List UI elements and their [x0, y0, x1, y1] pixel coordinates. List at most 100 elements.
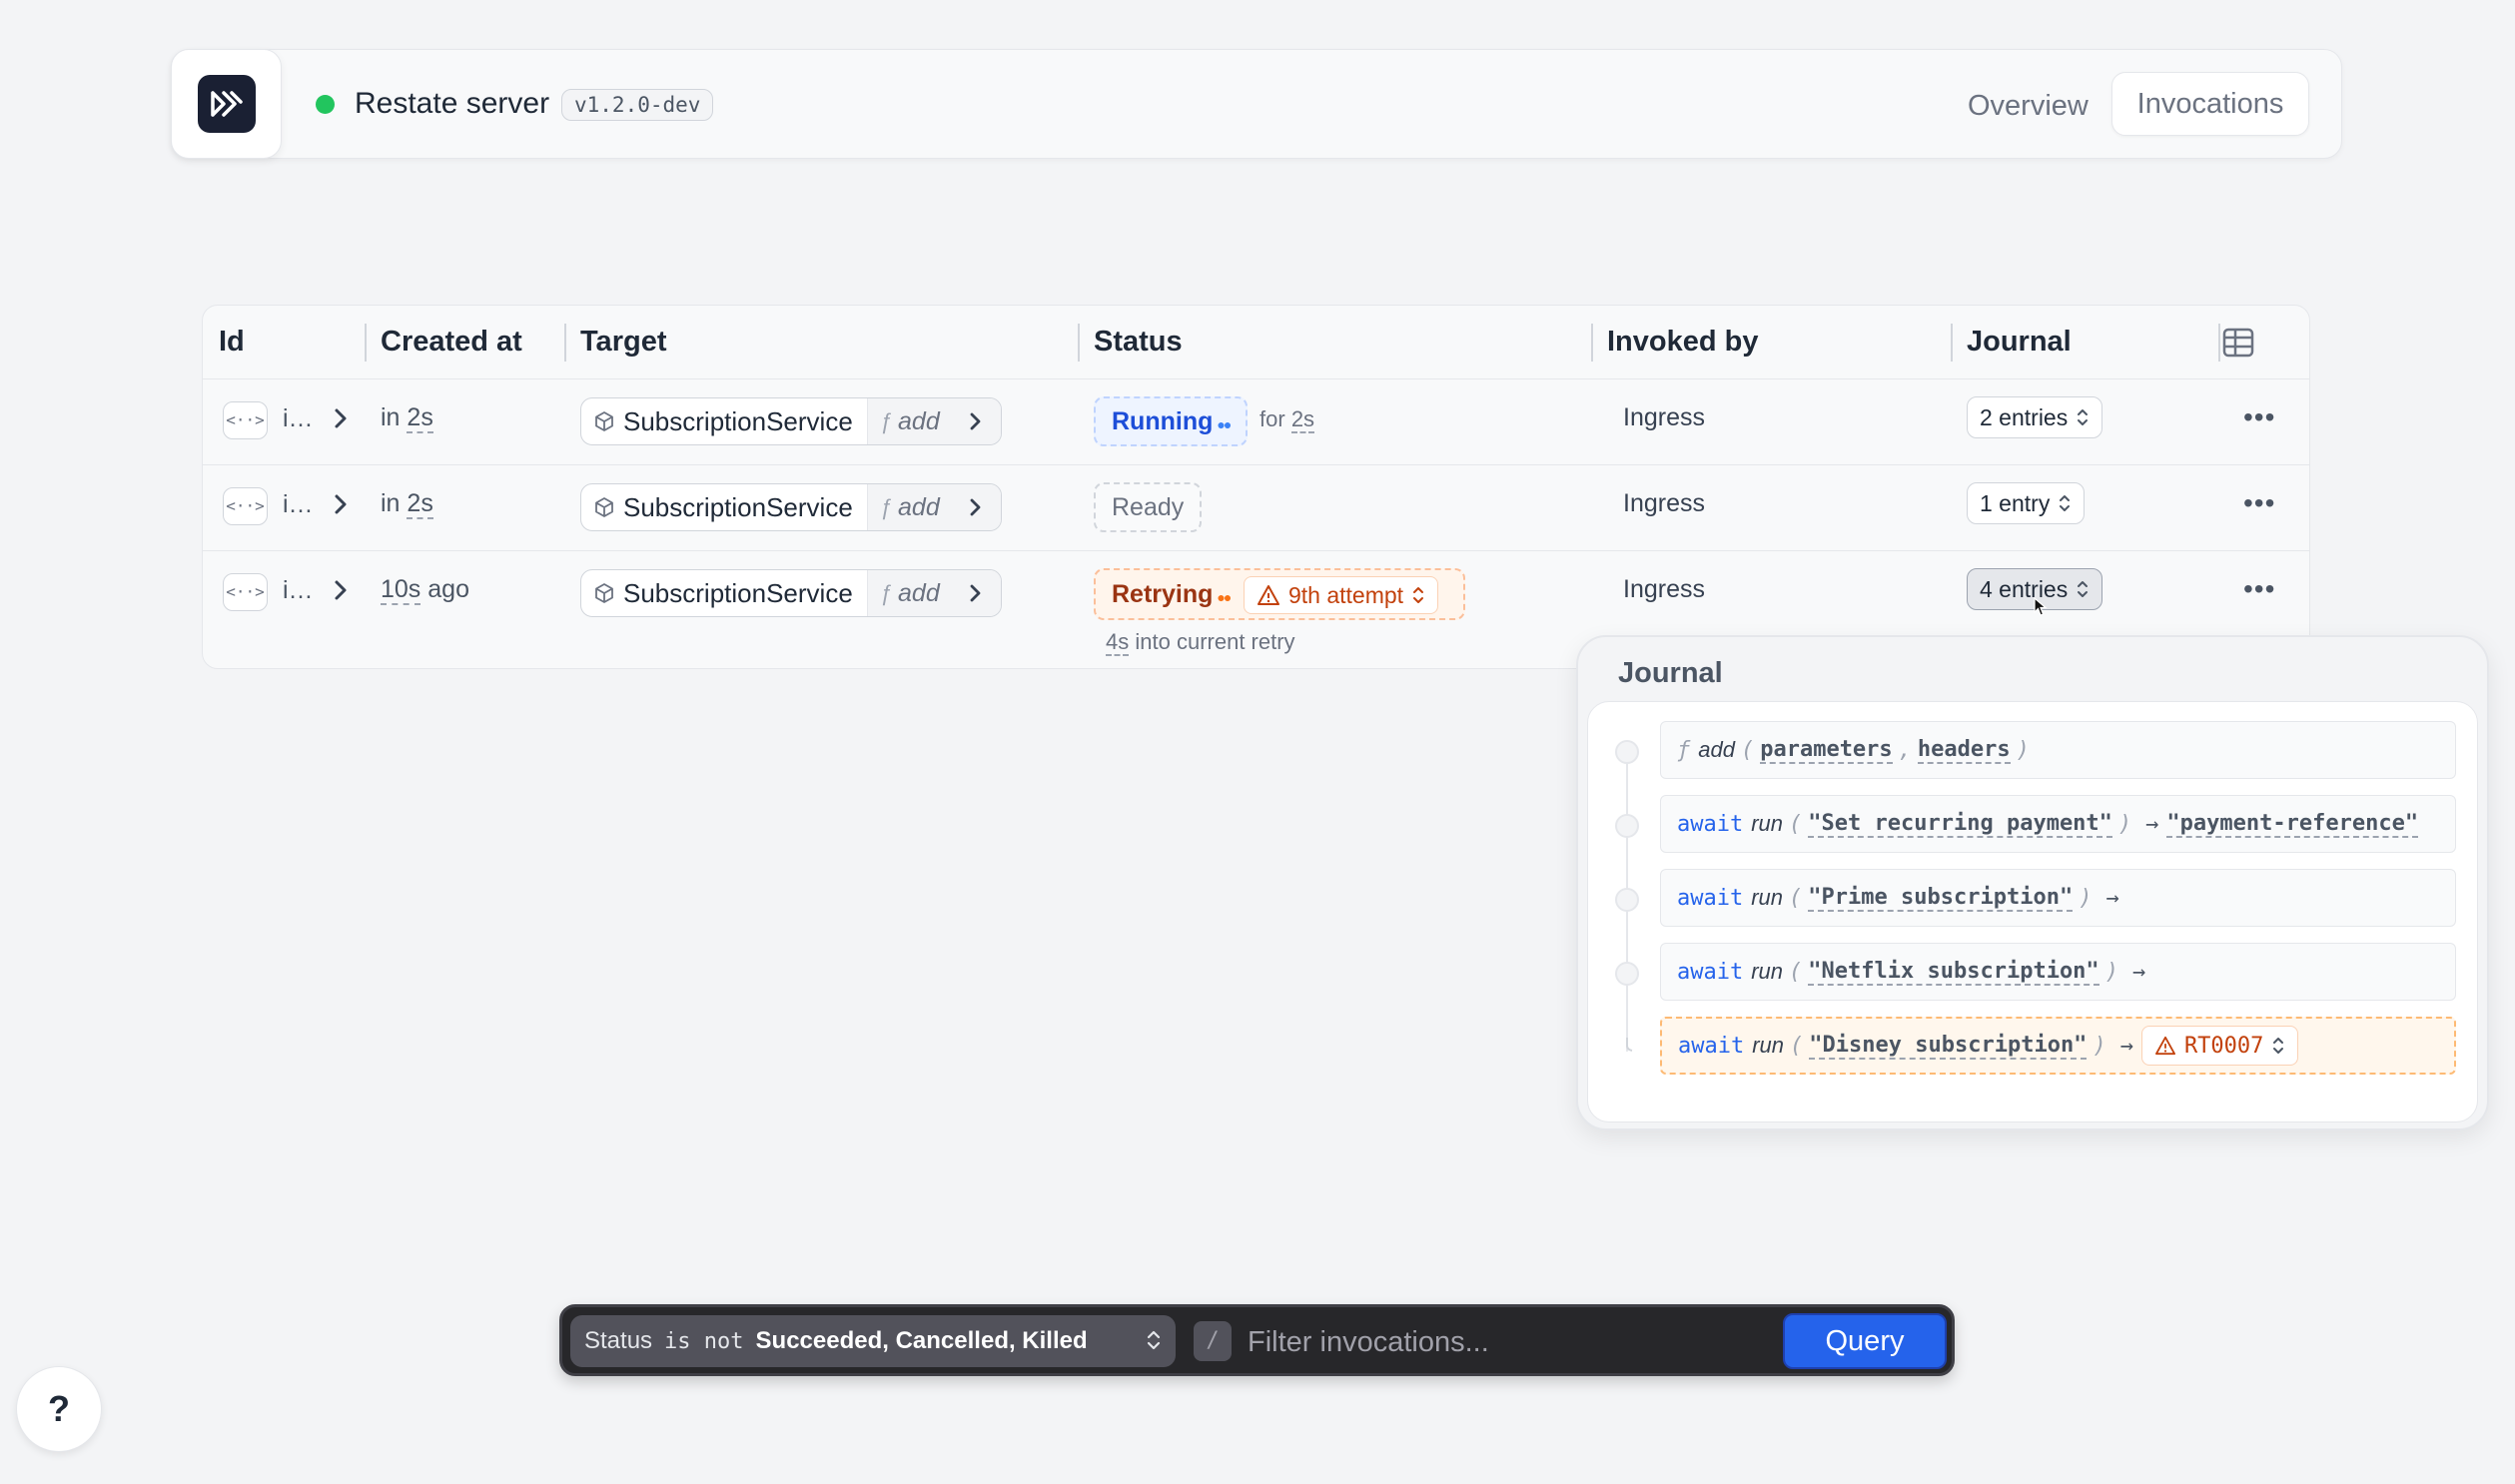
- target-link[interactable]: SubscriptionService ƒ add: [580, 483, 1002, 531]
- cube-icon: [595, 497, 613, 517]
- copy-id-icon[interactable]: <··>: [223, 401, 268, 439]
- chevron-up-down-icon: [1147, 1330, 1161, 1350]
- journal-popover: Journal ƒ add ( parameters , headers ) a…: [1576, 635, 2489, 1130]
- column-resize-handle[interactable]: [1591, 324, 1593, 362]
- handler-name[interactable]: ƒ add: [867, 570, 1001, 616]
- paren-open: (: [1790, 1033, 1804, 1059]
- journal-entries-button[interactable]: 1 entry: [1967, 482, 2086, 524]
- column-header-target[interactable]: Target: [580, 326, 666, 359]
- handler-name[interactable]: ƒ add: [867, 398, 1001, 444]
- journal-entry[interactable]: await run ( "Netflix subscription" ) →: [1660, 943, 2456, 1001]
- attempt-badge[interactable]: 9th attempt: [1244, 576, 1439, 614]
- query-button[interactable]: Query: [1783, 1313, 1947, 1369]
- version-badge: v1.2.0-dev: [561, 89, 714, 121]
- timeline-dot: [1615, 740, 1639, 764]
- entry-keyword: await: [1677, 885, 1744, 911]
- entry-function: add: [1698, 737, 1735, 762]
- entry-arg[interactable]: "Set recurring payment": [1808, 811, 2112, 838]
- journal-entry[interactable]: ƒ add ( parameters , headers ): [1660, 721, 2456, 779]
- entry-result[interactable]: "payment-reference": [2166, 811, 2419, 838]
- copy-id-icon[interactable]: <··>: [223, 487, 268, 525]
- paren-open: (: [1789, 959, 1803, 985]
- filter-field: Status: [584, 1327, 653, 1354]
- column-resize-handle[interactable]: [1951, 324, 1953, 362]
- paren-open: (: [1740, 737, 1755, 763]
- filter-invocations-input[interactable]: [1248, 1317, 1747, 1367]
- chevron-up-down-icon: [2078, 581, 2089, 597]
- entry-function: run: [1751, 811, 1784, 836]
- service-label: SubscriptionService: [623, 577, 853, 608]
- column-header-journal[interactable]: Journal: [1967, 326, 2072, 359]
- entry-arg[interactable]: "Prime subscription": [1808, 885, 2074, 912]
- journal-entries: ƒ add ( parameters , headers ) await run…: [1587, 701, 2478, 1122]
- journal-entry[interactable]: await run ( "Set recurring payment" ) → …: [1660, 795, 2456, 853]
- column-resize-handle[interactable]: [564, 324, 566, 362]
- warning-icon: [1258, 585, 1279, 605]
- chevron-up-down-icon: [2078, 409, 2089, 425]
- help-button[interactable]: ?: [16, 1366, 102, 1452]
- handler-label: add: [898, 406, 940, 435]
- entry-arg[interactable]: "Disney subscription": [1809, 1033, 2088, 1060]
- entry-keyword: await: [1678, 1033, 1745, 1059]
- retry-duration-value: 4s: [1106, 629, 1130, 656]
- invocation-id[interactable]: i…: [283, 404, 314, 433]
- journal-entries-button[interactable]: 2 entries: [1967, 396, 2103, 438]
- table-row: <··> i… in 2s SubscriptionService ƒ add …: [203, 465, 2309, 551]
- entry-arg[interactable]: "Netflix subscription": [1808, 959, 2099, 986]
- paren-close: ): [2104, 959, 2118, 985]
- column-header-created-at[interactable]: Created at: [381, 326, 522, 359]
- chevron-right-icon[interactable]: [329, 575, 353, 610]
- service-name[interactable]: SubscriptionService: [581, 570, 868, 616]
- restate-logo-icon: [197, 75, 256, 133]
- paren-open: (: [1789, 811, 1803, 837]
- journal-entries-label: 1 entry: [1980, 490, 2051, 516]
- service-label: SubscriptionService: [623, 491, 853, 522]
- comma: ,: [1898, 737, 1912, 763]
- column-resize-handle[interactable]: [365, 324, 367, 362]
- chevron-right-icon[interactable]: [329, 403, 353, 438]
- chevron-right-icon: [970, 412, 981, 430]
- timeline-branch-icon: [1626, 1038, 1633, 1052]
- nav-overview[interactable]: Overview: [1960, 84, 2096, 129]
- status-label: Ready: [1112, 493, 1185, 521]
- column-header-invoked-by[interactable]: Invoked by: [1607, 326, 1759, 359]
- column-header-id[interactable]: Id: [219, 326, 245, 359]
- column-resize-handle[interactable]: [2218, 324, 2220, 362]
- nav-invocations[interactable]: Invocations: [2111, 72, 2309, 136]
- target-link[interactable]: SubscriptionService ƒ add: [580, 569, 1002, 617]
- more-actions-icon[interactable]: •••: [2243, 487, 2275, 519]
- service-name[interactable]: SubscriptionService: [581, 398, 868, 444]
- entry-arg[interactable]: headers: [1917, 737, 2011, 764]
- chevron-right-icon[interactable]: [329, 489, 353, 524]
- created-prefix: in: [381, 489, 401, 517]
- journal-entry-error[interactable]: await run ( "Disney subscription" ) → RT…: [1660, 1017, 2456, 1075]
- created-at: in 2s: [381, 489, 433, 519]
- status-badge[interactable]: Retrying ●● 9th attempt: [1094, 568, 1465, 620]
- paren-close: ): [2079, 885, 2093, 911]
- logo-button[interactable]: [171, 49, 282, 159]
- invocation-id[interactable]: i…: [283, 576, 314, 605]
- target-link[interactable]: SubscriptionService ƒ add: [580, 397, 1002, 445]
- error-code-badge[interactable]: RT0007: [2140, 1026, 2299, 1066]
- error-code: RT0007: [2183, 1033, 2264, 1059]
- column-header-status[interactable]: Status: [1094, 326, 1183, 359]
- entry-function: run: [1751, 885, 1784, 910]
- status-filter-chip[interactable]: Status is not Succeeded, Cancelled, Kill…: [570, 1315, 1176, 1367]
- service-name[interactable]: SubscriptionService: [581, 484, 868, 530]
- entry-function: run: [1751, 959, 1784, 984]
- invocation-id[interactable]: i…: [283, 490, 314, 519]
- copy-id-icon[interactable]: <··>: [223, 573, 268, 611]
- handler-name[interactable]: ƒ add: [867, 484, 1001, 530]
- column-resize-handle[interactable]: [1078, 324, 1080, 362]
- more-actions-icon[interactable]: •••: [2243, 573, 2275, 605]
- status-badge[interactable]: Ready: [1094, 482, 1203, 532]
- status-badge[interactable]: Running ●●: [1094, 396, 1249, 446]
- entry-keyword: await: [1677, 811, 1744, 837]
- more-actions-icon[interactable]: •••: [2243, 401, 2275, 433]
- table-header: Id Created at Target Status Invoked by J…: [203, 306, 2309, 379]
- arrow-right-icon: →: [2131, 959, 2146, 985]
- journal-entry[interactable]: await run ( "Prime subscription" ) →: [1660, 869, 2456, 927]
- columns-settings-icon[interactable]: [2222, 328, 2254, 363]
- paren-close: ): [2016, 737, 2030, 763]
- entry-arg[interactable]: parameters: [1760, 737, 1893, 764]
